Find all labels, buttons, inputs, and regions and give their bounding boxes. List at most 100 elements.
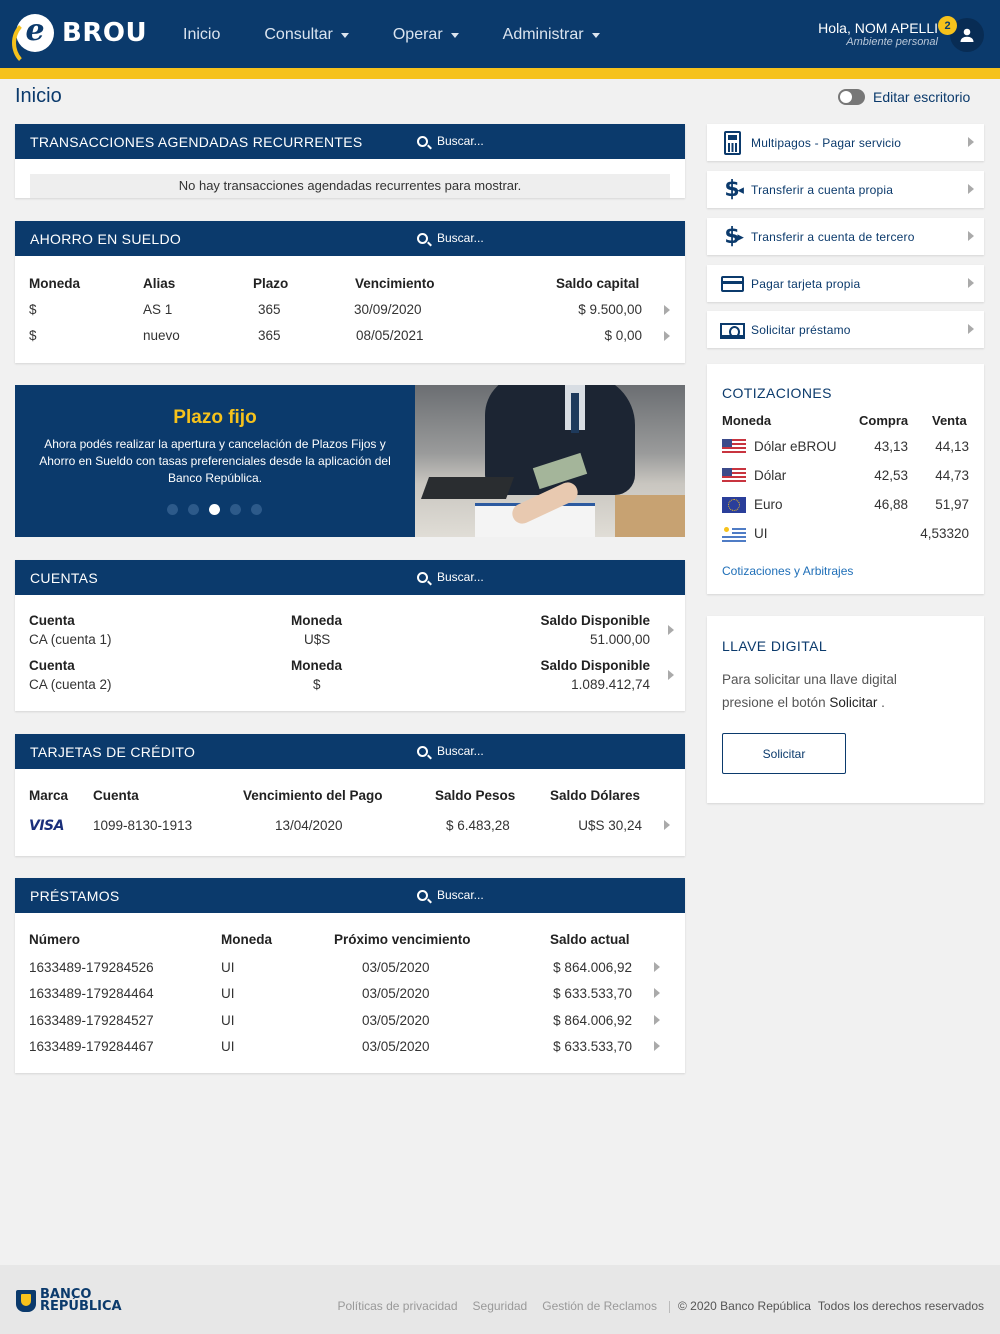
search-button[interactable]: Buscar... (417, 570, 484, 584)
cell-saldo: $ 633.533,70 (553, 1039, 632, 1054)
carousel-dot[interactable] (188, 504, 199, 515)
banner-text: Ahora podés realizar la apertura y cance… (39, 437, 391, 485)
exchange-rates-link[interactable]: Cotizaciones y Arbitrajes (722, 564, 853, 578)
col-header-moneda: Moneda (221, 932, 273, 947)
promo-banner[interactable]: Plazo fijo Ahora podés realizar la apert… (15, 385, 685, 537)
edit-desktop-label: Editar escritorio (873, 89, 971, 105)
cell-moneda: UI (221, 986, 235, 1001)
search-button[interactable]: Buscar... (417, 231, 484, 245)
label-moneda: Moneda (291, 613, 343, 628)
nav-operar[interactable]: Operar (393, 26, 459, 44)
rate-currency: Dólar (754, 468, 787, 483)
dollar-transfer-icon: $ ◂ (724, 176, 744, 202)
quick-action-transfer-own[interactable]: $ ◂ Transferir a cuenta propia (707, 171, 984, 208)
main-nav: Inicio Consultar Operar Administrar (183, 26, 644, 44)
col-header-saldo-dolares: Saldo Dólares (550, 788, 641, 803)
label-saldo: Saldo Disponible (540, 613, 650, 628)
quick-action-pay-card[interactable]: Pagar tarjeta propia (707, 265, 984, 302)
cell-saldo: $ 864.006,92 (553, 1013, 632, 1028)
loans-panel: PRÉSTAMOS Buscar... Número Moneda Próxim… (15, 878, 685, 1073)
search-icon (417, 889, 428, 901)
chevron-right-icon (968, 231, 974, 241)
cell-vencimiento: 03/05/2020 (362, 960, 430, 975)
panel-title: PRÉSTAMOS (30, 888, 120, 904)
security-link[interactable]: Seguridad (473, 1299, 528, 1313)
panel-header: CUENTAS Buscar... (15, 560, 685, 595)
cell-moneda: UI (221, 1013, 235, 1028)
chevron-right-icon[interactable] (668, 625, 674, 635)
cell-vencimiento: 03/05/2020 (362, 986, 430, 1001)
label-saldo: Saldo Disponible (540, 658, 650, 673)
edit-desktop-toggle[interactable]: Editar escritorio (838, 89, 970, 105)
value-cuenta: CA (cuenta 1) (29, 632, 112, 647)
col-header-proximo-vencimiento: Próximo vencimiento (334, 932, 471, 947)
chevron-right-icon (968, 184, 974, 194)
toggle-switch[interactable] (838, 89, 865, 105)
cell-saldo: $ 864.006,92 (553, 960, 632, 975)
notification-badge[interactable]: 2 (938, 16, 957, 35)
carousel-dot[interactable] (251, 504, 262, 515)
rate-buy: 46,88 (874, 497, 908, 512)
chevron-right-icon[interactable] (668, 670, 674, 680)
search-button[interactable]: Buscar... (417, 134, 484, 148)
chevron-right-icon (968, 324, 974, 334)
value-saldo: 1.089.412,74 (571, 677, 650, 692)
cell-saldo: $ 633.533,70 (553, 986, 632, 1001)
cell-moneda: $ (29, 328, 37, 343)
rate-currency: UI (754, 526, 768, 541)
banco-republica-logo[interactable]: BANCO REPÚBLICA (16, 1288, 122, 1314)
chevron-right-icon[interactable] (664, 331, 670, 341)
quick-action-multipagos[interactable]: Multipagos - Pagar servicio (707, 124, 984, 161)
panel-title: CUENTAS (30, 570, 98, 586)
cell-vencimiento: 30/09/2020 (354, 302, 422, 317)
ebrou-logo[interactable]: e BROU (12, 14, 147, 68)
value-cuenta: CA (cuenta 2) (29, 677, 112, 692)
chevron-right-icon[interactable] (664, 305, 670, 315)
carousel-dot-active[interactable] (209, 504, 220, 515)
col-header-moneda: Moneda (29, 276, 81, 291)
cell-numero: 1633489-179284527 (29, 1013, 154, 1028)
quick-action-label: Solicitar préstamo (751, 322, 851, 337)
uruguay-flag-icon (722, 526, 746, 542)
label-moneda: Moneda (291, 658, 343, 673)
carousel-dot[interactable] (230, 504, 241, 515)
col-header-numero: Número (29, 932, 81, 947)
nav-administrar[interactable]: Administrar (503, 26, 600, 44)
page-title: Inicio (15, 85, 62, 107)
cell-numero: 1633489-179284526 (29, 960, 154, 975)
nav-consultar[interactable]: Consultar (264, 26, 349, 44)
quick-action-request-loan[interactable]: Solicitar préstamo (707, 311, 984, 348)
search-button[interactable]: Buscar... (417, 888, 484, 902)
chevron-right-icon[interactable] (654, 1015, 660, 1025)
panel-title: TRANSACCIONES AGENDADAS RECURRENTES (30, 134, 363, 150)
rights-text: Todos los derechos reservados (817, 1299, 984, 1313)
user-menu[interactable]: Hola, NOM APELLI Ambiente personal (818, 20, 938, 48)
panel-title: TARJETAS DE CRÉDITO (30, 744, 196, 760)
carousel-dot[interactable] (167, 504, 178, 515)
privacy-link[interactable]: Políticas de privacidad (337, 1299, 457, 1313)
chevron-right-icon (968, 137, 974, 147)
col-header-saldo-capital: Saldo capital (556, 276, 640, 291)
search-icon (417, 571, 428, 583)
us-flag-icon (722, 439, 746, 455)
logo-line-2: REPÚBLICA (40, 1299, 122, 1314)
chevron-right-icon[interactable] (654, 962, 660, 972)
carousel-dots (167, 504, 272, 515)
digital-key-text: Para solicitar una llave digital presion… (722, 672, 897, 710)
chevron-right-icon[interactable] (654, 988, 660, 998)
claims-link[interactable]: Gestión de Reclamos (542, 1299, 657, 1313)
quick-action-transfer-third[interactable]: $ ▸ Transferir a cuenta de tercero (707, 218, 984, 255)
chevron-right-icon[interactable] (654, 1041, 660, 1051)
chevron-right-icon (968, 278, 974, 288)
col-header-vencimiento: Vencimiento (355, 276, 435, 291)
chevron-right-icon[interactable] (664, 820, 670, 830)
rate-sell: 44,13 (935, 439, 969, 454)
search-button[interactable]: Buscar... (417, 744, 484, 758)
eu-flag-icon (722, 497, 746, 513)
value-moneda: $ (313, 677, 321, 692)
panel-header: AHORRO EN SUELDO Buscar... (15, 221, 685, 256)
nav-inicio[interactable]: Inicio (183, 26, 220, 44)
dollar-transfer-icon: $ ▸ (724, 223, 744, 249)
request-button[interactable]: Solicitar (722, 733, 846, 774)
top-navbar: e BROU Inicio Consultar Operar Administr… (0, 0, 1000, 68)
